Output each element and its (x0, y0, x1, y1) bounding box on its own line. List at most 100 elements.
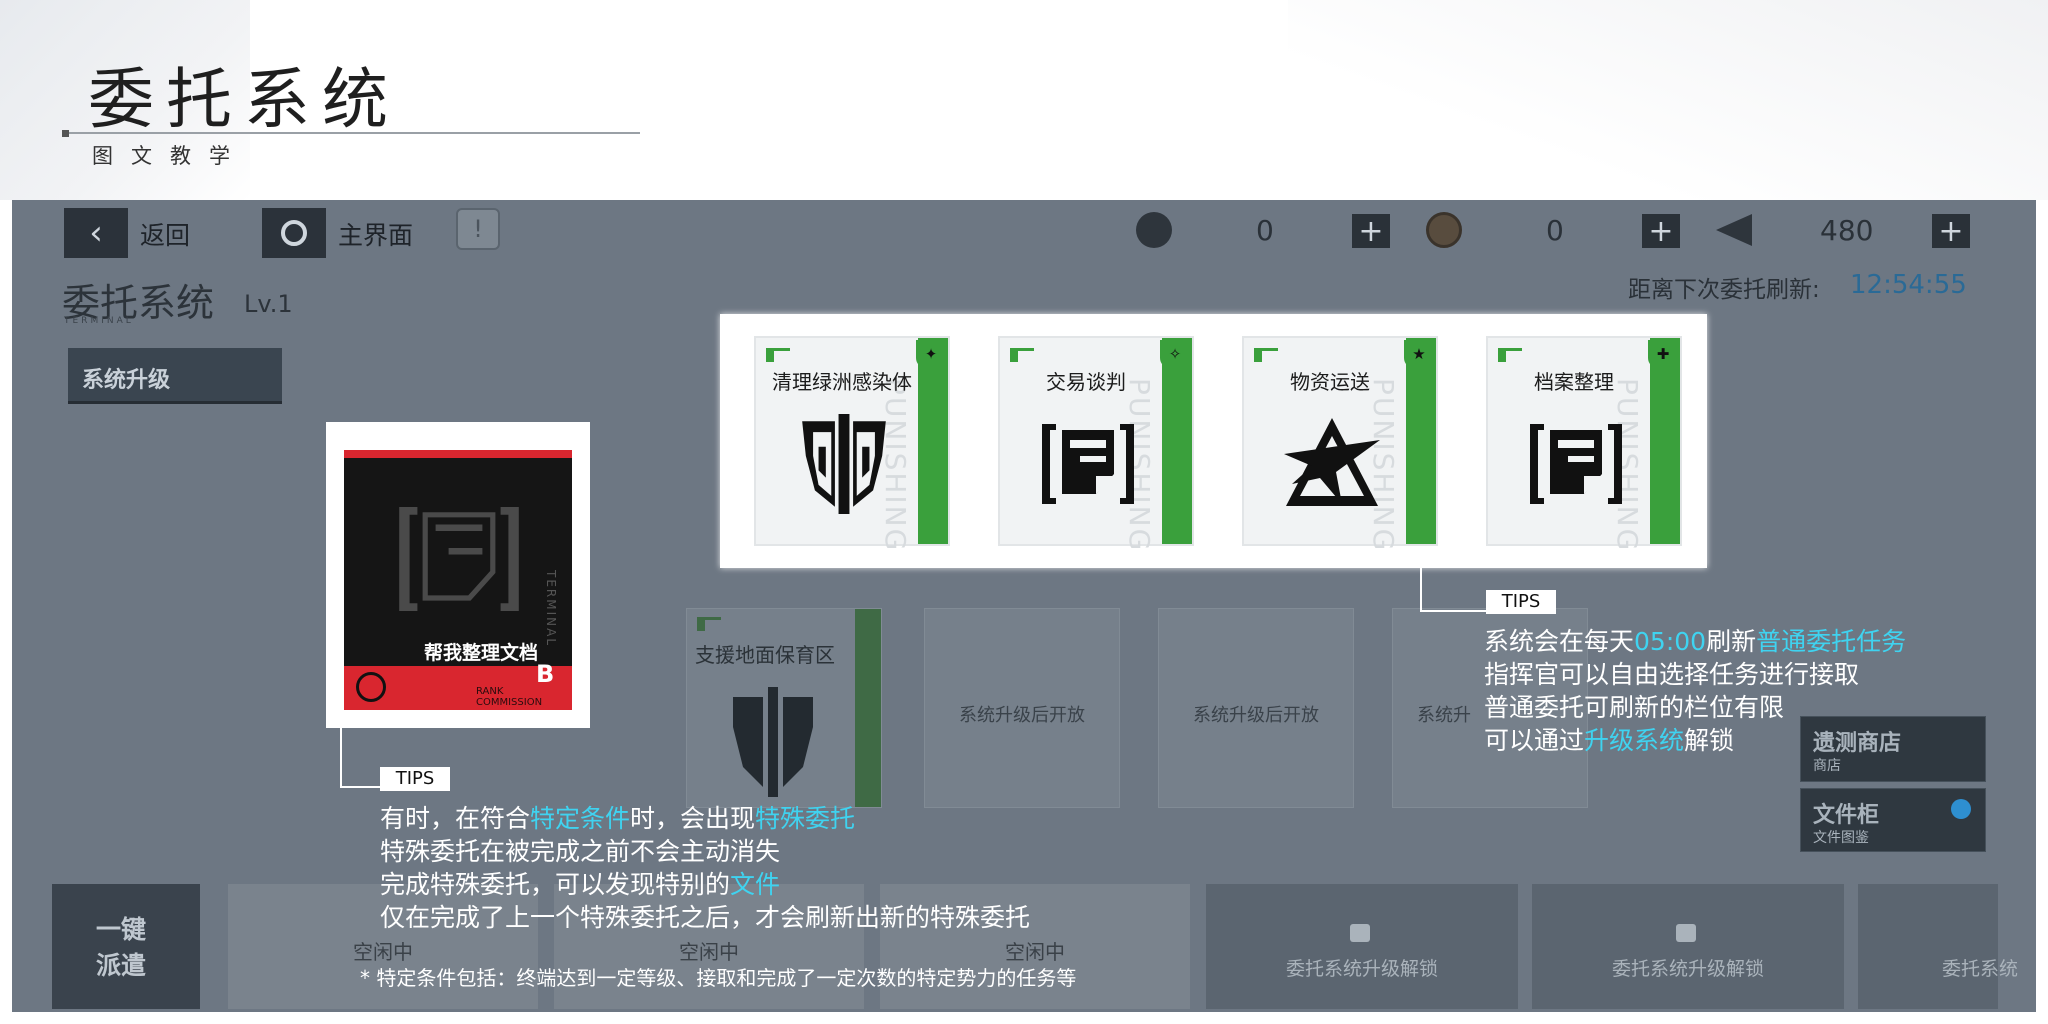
tips-right-connector (1420, 568, 1422, 612)
lock-icon (1676, 924, 1696, 942)
idle-label: 空闲中 (1005, 940, 1065, 964)
card-mark (1010, 348, 1034, 362)
star-triangle-icon (1284, 418, 1380, 506)
tip-line: 仅在完成了上一个特殊委托之后，才会刷新出新的特殊委托 (380, 901, 1030, 934)
page-subtitle: 图文教学 (92, 144, 248, 168)
locked-dispatch-slot[interactable]: 委托系统升级解锁 (1532, 884, 1844, 1009)
resource-1-value: 0 (1256, 214, 1274, 247)
tip-segment: 可以通过 (1484, 726, 1585, 755)
paper-plane-icon (1716, 214, 1752, 246)
card-stripe (1406, 338, 1436, 544)
commission-title: 档案整理 (1534, 370, 1614, 394)
home-button[interactable] (262, 208, 326, 258)
circle-icon (281, 220, 307, 246)
tip-line: 普通委托可刷新的栏位有限 (1484, 691, 1906, 724)
info-button[interactable]: ! (456, 208, 500, 250)
tip-highlight: 特殊委托 (755, 804, 856, 833)
resource-3-add-button[interactable]: + (1932, 214, 1970, 249)
tips-left-label: TIPS (380, 767, 450, 791)
page-title: 委托系统 (88, 61, 400, 138)
locked-dispatch-slot[interactable]: 委托系统 (1858, 884, 2018, 1009)
lock-icon (1350, 924, 1370, 942)
back-label: 返回 (140, 221, 191, 250)
refresh-countdown: 12:54:55 (1850, 270, 1967, 300)
title-underline (64, 132, 640, 134)
dispatch-line2: 派遣 (96, 951, 147, 980)
lock-label: 委托系统升级解锁 (1285, 958, 1438, 980)
tips-left-text: 有时，在符合特定条件时，会出现特殊委托 特殊委托在被完成之前不会主动消失 完成特殊委… (380, 802, 1030, 934)
title-dot (62, 130, 69, 137)
dispatch-line1: 一键 (96, 915, 147, 944)
special-card-title: 帮我整理文档 (424, 642, 539, 664)
faction-badge-icon: ✦ (916, 340, 946, 368)
commission-card[interactable]: ✧ PUNISHING 交易谈判 (998, 336, 1194, 552)
resource-2-value: 0 (1546, 214, 1564, 247)
notification-dot (1951, 799, 1971, 819)
card-stripe (918, 338, 948, 544)
document-bracket-icon (399, 507, 519, 611)
file-cabinet-button[interactable]: 文件柜 文件图鉴 (1800, 788, 1986, 852)
special-card-inner: TERMINAL 帮我整理文档 B RANK COMMISSION (344, 450, 572, 710)
special-commission-card[interactable]: TERMINAL 帮我整理文档 B RANK COMMISSION (326, 422, 590, 728)
slot-mark (697, 617, 721, 631)
commission-card[interactable]: ✚ PUNISHING 档案整理 (1486, 336, 1682, 552)
back-button[interactable]: ‹ (64, 208, 128, 258)
system-upgrade-button[interactable]: 系统升级 (68, 348, 282, 404)
card-mark (1254, 348, 1278, 362)
tip-segment: 普通委托可刷新的栏位有限 (1484, 693, 1785, 722)
resource-1-add-button[interactable]: + (1352, 214, 1390, 249)
document-bracket-icon (1042, 424, 1134, 504)
tip-highlight: 05:00 (1634, 627, 1707, 656)
lock-label: 委托系统 (1942, 958, 2019, 980)
locked-slot-label: 系统升级后开放 (1193, 705, 1319, 726)
tip-segment: 系统会在每天 (1484, 627, 1635, 656)
tips-left-connector (340, 728, 342, 788)
home-label: 主界面 (338, 221, 414, 250)
tip-line: 可以通过升级系统解锁 (1484, 724, 1906, 757)
resource-3-value: 480 (1820, 214, 1874, 247)
tips-right-text: 系统会在每天05:00刷新普通委托任务指挥官可以自由选择任务进行接取 普通委托可刷… (1484, 625, 1906, 757)
system-level: Lv.1 (244, 290, 293, 318)
rank-label-1: RANK (476, 686, 504, 697)
refresh-label: 距离下次委托刷新: (1628, 277, 1820, 303)
dispatch-all-button[interactable]: 一键 派遣 (52, 884, 200, 1009)
idle-label: 空闲中 (679, 940, 739, 964)
tip-highlight: 普通委托任务 (1756, 627, 1907, 656)
tip-segment: 刷新 (1706, 627, 1757, 656)
locked-slot-label: 系统升级后开放 (959, 705, 1085, 726)
hex-nut-icon (1136, 212, 1172, 248)
faction-badge-icon: ★ (1404, 340, 1434, 368)
tip-highlight: 特定条件 (530, 804, 631, 833)
alert-icon: ! (473, 215, 483, 243)
locked-slot[interactable]: 系统升级后开放 (1158, 608, 1354, 808)
tips-left-connector (340, 786, 384, 788)
special-slot-title: 支援地面保育区 (695, 643, 835, 667)
tip-segment: 仅在完成了上一个特殊委托之后，才会刷新出新的特殊委托 (380, 903, 1031, 932)
locked-slot[interactable]: 系统升级后开放 (924, 608, 1120, 808)
resource-2-add-button[interactable]: + (1642, 214, 1680, 249)
tip-segment: 指挥官可以自由选择任务进行接取 (1484, 660, 1860, 689)
card-top-bar (344, 450, 572, 458)
file-cabinet-sub: 文件图鉴 (1813, 830, 1869, 846)
document-bracket-icon (1530, 424, 1622, 504)
shield-emblem-icon (802, 414, 886, 514)
tip-segment: 有时，在符合 (380, 804, 531, 833)
commission-card[interactable]: ★ PUNISHING 物资运送 (1242, 336, 1438, 552)
faction-badge-icon: ✧ (1160, 340, 1190, 368)
tips-right-connector (1420, 610, 1486, 612)
tip-highlight: 升级系统 (1584, 726, 1685, 755)
card-stripe (1162, 338, 1192, 544)
header-right-decoration (1288, 0, 2048, 200)
special-slot[interactable]: 支援地面保育区 (686, 608, 882, 808)
rank-bar: B RANK COMMISSION (344, 660, 572, 710)
locked-dispatch-slot[interactable]: 委托系统升级解锁 (1206, 884, 1518, 1009)
tip-highlight: 文件 (730, 870, 781, 899)
slot-stripe (855, 609, 881, 807)
coin-icon (1426, 212, 1462, 248)
commission-card[interactable]: ✦ PUNISHING 清理绿洲感染体 (754, 336, 950, 552)
tip-line: 指挥官可以自由选择任务进行接取 (1484, 658, 1906, 691)
file-cabinet-label: 文件柜 (1813, 803, 1880, 828)
card-vertical-text: TERMINAL (544, 570, 558, 648)
tip-line: 有时，在符合特定条件时，会出现特殊委托 (380, 802, 1030, 835)
commission-title: 清理绿洲感染体 (772, 370, 912, 394)
